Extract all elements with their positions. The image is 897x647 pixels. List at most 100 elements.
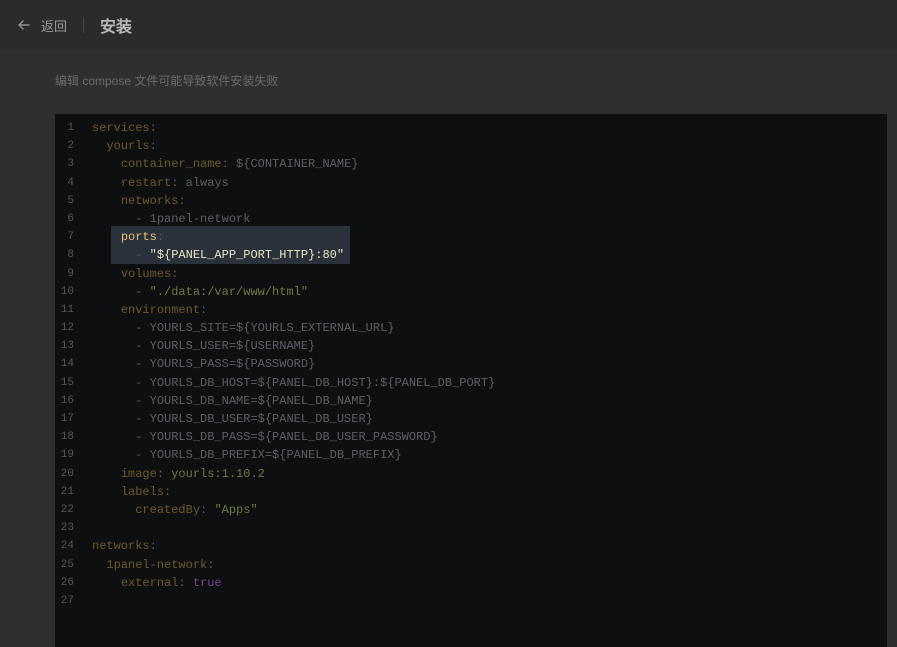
code-line[interactable]: 2 yourls: [55,137,887,155]
yaml-separator: : [171,266,179,281]
line-code: external: true [92,574,222,592]
code-line[interactable]: 20 image: yourls:1.10.2 [55,465,887,483]
code-line[interactable]: 18 - YOURLS_DB_PASS=${PANEL_DB_USER_PASS… [55,428,887,446]
code-line[interactable]: 6 - 1panel-network [55,210,887,228]
yaml-separator: : [156,230,165,245]
yaml-value: true [192,575,222,590]
code-line[interactable]: 3 container_name: ${CONTAINER_NAME} [55,155,887,173]
yaml-separator: : [149,139,157,154]
compose-warning-text: 编辑 compose 文件可能导致软件安装失败 [55,74,279,88]
compose-code-editor[interactable]: 1 services: 2 yourls: 3 container_name: ${C… [55,114,887,647]
code-line[interactable]: 22 createdBy: "Apps" [55,501,887,519]
yaml-separator: - [135,430,150,445]
code-line[interactable]: 19 - YOURLS_DB_PREFIX=${PANEL_DB_PREFIX} [55,446,887,464]
line-number: 15 [60,376,74,389]
code-line[interactable]: 4 restart: always [55,174,887,192]
yaml-separator: - [135,448,150,463]
yaml-key: 1panel-network [106,557,208,572]
yaml-separator: : [171,175,186,190]
yaml-key: container_name [120,157,222,172]
code-line[interactable]: 1 services: [55,119,887,137]
code-line[interactable]: 25 1panel-network: [55,556,887,574]
yaml-key: external [120,575,179,590]
line-code: networks: [92,192,186,210]
line-code: yourls: [92,137,157,155]
code-line[interactable]: 24 networks: [55,537,887,555]
code-line[interactable]: 26 external: true [55,574,887,592]
code-line[interactable]: 27 [55,592,887,610]
line-number: 16 [60,394,74,407]
yaml-separator: - [135,248,150,263]
page-title: 安装 [100,19,133,36]
yaml-key: volumes [120,266,172,281]
line-code: - YOURLS_DB_USER=${PANEL_DB_USER} [92,410,373,428]
line-number: 22 [60,503,74,516]
yaml-separator: - [135,284,150,299]
code-line[interactable]: 17 - YOURLS_DB_USER=${PANEL_DB_USER} [55,410,887,428]
line-code: - "./data:/var/www/html" [92,283,308,301]
yaml-value: YOURLS_DB_USER=${PANEL_DB_USER} [149,412,373,426]
yaml-value: yourls:1.10.2 [171,466,265,481]
line-code: ports: [92,228,164,246]
line-number: 13 [60,340,74,353]
code-line[interactable]: 10 - "./data:/var/www/html" [55,283,887,301]
code-line[interactable]: 7 ports: [55,228,887,246]
line-number: 20 [60,467,74,480]
code-line[interactable]: 8 - "${PANEL_APP_PORT_HTTP}:80" [55,246,887,264]
code-line[interactable]: 9 volumes: [55,265,887,283]
line-code: environment: [92,301,207,319]
yaml-key: services [92,121,150,135]
code-line[interactable]: 11 environment: [55,301,887,319]
yaml-separator: - [135,357,150,372]
code-line[interactable]: 12 - YOURLS_SITE=${YOURLS_EXTERNAL_URL} [55,319,887,337]
line-number: 2 [67,140,74,153]
yaml-value: YOURLS_USER=${USERNAME} [149,339,316,354]
line-number: 27 [60,594,74,607]
code-line[interactable]: 15 - YOURLS_DB_HOST=${PANEL_DB_HOST}:${P… [55,374,887,392]
yaml-value: YOURLS_DB_HOST=${PANEL_DB_HOST}:${PANEL_… [149,375,496,390]
code-line[interactable]: 5 networks: [55,192,887,210]
yaml-key: labels [120,484,165,499]
yaml-separator: : [178,575,193,590]
line-code: container_name: ${CONTAINER_NAME} [92,155,359,173]
page-header: 返回 安装 [0,0,897,51]
line-number: 9 [67,267,74,280]
yaml-value: YOURLS_DB_PASS=${PANEL_DB_USER_PASSWORD} [149,430,438,445]
code-line[interactable]: 14 - YOURLS_PASS=${PASSWORD} [55,355,887,373]
yaml-separator: : [207,557,215,572]
line-code: - YOURLS_DB_NAME=${PANEL_DB_NAME} [92,392,373,410]
line-number: 24 [60,540,74,553]
line-code: - YOURLS_SITE=${YOURLS_EXTERNAL_URL} [92,319,394,337]
code-line[interactable]: 23 [55,519,887,537]
line-number: 7 [67,231,74,244]
code-line[interactable]: 13 - YOURLS_USER=${USERNAME} [55,337,887,355]
line-number: 3 [67,158,74,171]
yaml-value: YOURLS_DB_NAME=${PANEL_DB_NAME} [149,393,373,408]
line-code: - 1panel-network [92,210,250,228]
code-line[interactable]: 21 labels: [55,483,887,501]
line-number: 6 [67,212,74,225]
line-number: 18 [60,431,74,444]
yaml-separator: - [135,393,150,408]
back-button[interactable]: 返回 [17,16,67,35]
yaml-value: 1panel-network [149,211,251,226]
arrow-left-icon [18,20,30,30]
yaml-value: "./data:/var/www/html" [149,284,309,299]
code-line[interactable]: 16 - YOURLS_DB_NAME=${PANEL_DB_NAME} [55,392,887,410]
yaml-separator: - [135,211,150,226]
back-label: 返回 [41,18,68,34]
